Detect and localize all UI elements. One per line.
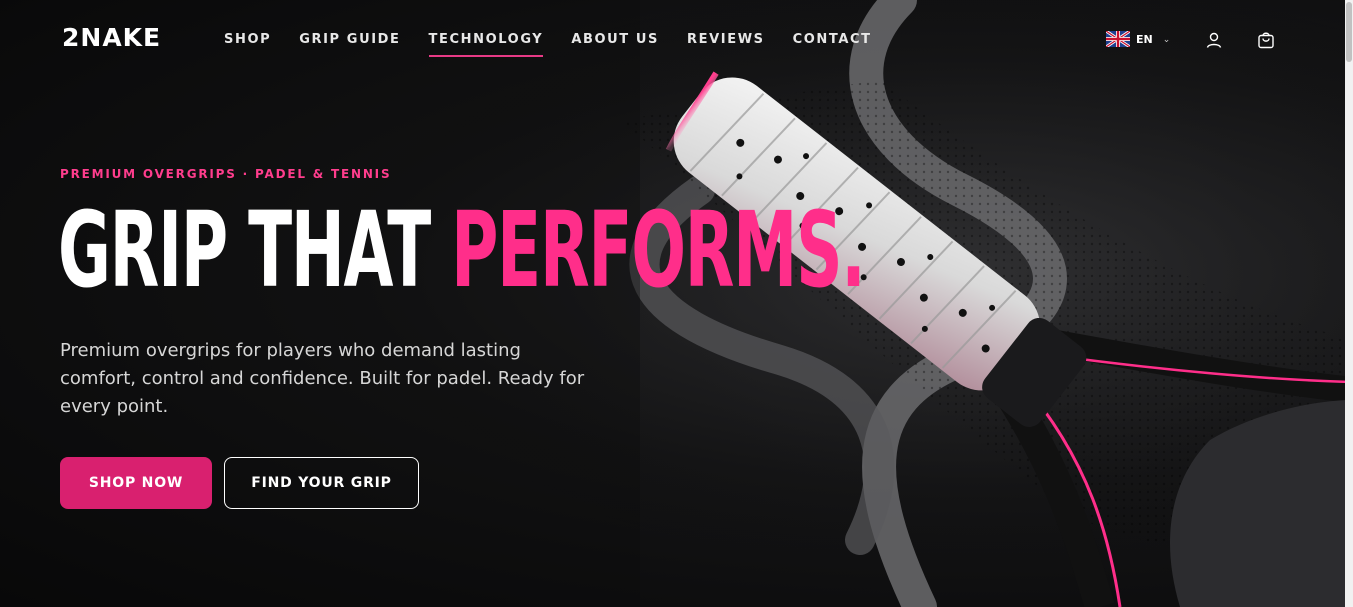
nav-item-grip-guide[interactable]: GRIP GUIDE: [299, 32, 400, 57]
nav-item-contact[interactable]: CONTACT: [793, 32, 872, 57]
hero-lead-text: Premium overgrips for players who demand…: [60, 340, 585, 417]
cart-icon: [1258, 32, 1274, 49]
main-nav: SHOP GRIP GUIDE TECHNOLOGY ABOUT US REVI…: [224, 32, 900, 57]
headline-pink-text: PERFORMS.: [451, 189, 866, 311]
language-label: EN: [1136, 32, 1153, 46]
hero-section: 2NAKE SHOP GRIP GUIDE TECHNOLOGY ABOUT U…: [0, 0, 1353, 607]
language-selector[interactable]: EN ⌄: [1106, 31, 1170, 47]
account-button[interactable]: [1203, 29, 1225, 51]
nav-item-reviews[interactable]: REVIEWS: [687, 32, 765, 57]
scrollbar-thumb[interactable]: [1346, 2, 1352, 62]
shop-now-button[interactable]: SHOP NOW: [60, 457, 212, 509]
page-scrollbar[interactable]: [1345, 0, 1353, 607]
cart-button[interactable]: [1255, 29, 1277, 51]
chevron-down-icon: ⌄: [1162, 33, 1171, 44]
uk-flag-icon: [1106, 31, 1130, 47]
user-icon: [1206, 32, 1222, 48]
brand-logo[interactable]: 2NAKE: [62, 22, 161, 52]
nav-item-shop[interactable]: SHOP: [224, 32, 271, 57]
hero-eyebrow: PREMIUM OVERGRIPS · PADEL & TENNIS: [60, 167, 392, 181]
hero-headline: GRIP THAT PERFORMS.: [58, 189, 866, 311]
nav-item-about-us[interactable]: ABOUT US: [571, 32, 659, 57]
nav-item-technology[interactable]: TECHNOLOGY: [428, 32, 544, 57]
headline-white-text: GRIP THAT: [58, 189, 452, 311]
find-your-grip-button[interactable]: FIND YOUR GRIP: [224, 457, 419, 509]
logo-text: 2NAKE: [62, 22, 162, 52]
